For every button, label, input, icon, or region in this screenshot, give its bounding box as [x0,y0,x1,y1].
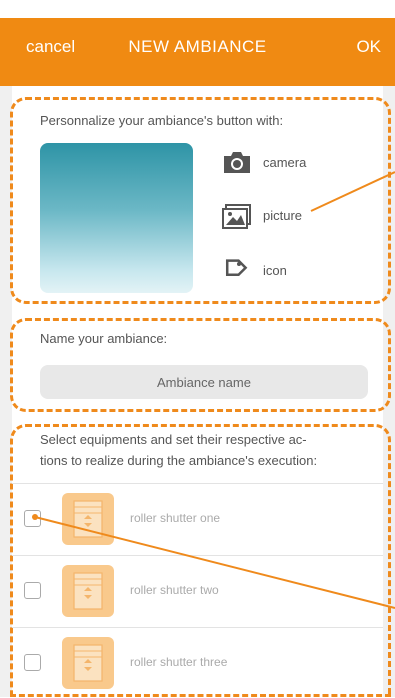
checkbox-callout-line [34,516,395,609]
checkbox-callout-dot [32,514,38,520]
picture-callout-line [310,171,395,212]
annotation-overlay [32,171,395,609]
